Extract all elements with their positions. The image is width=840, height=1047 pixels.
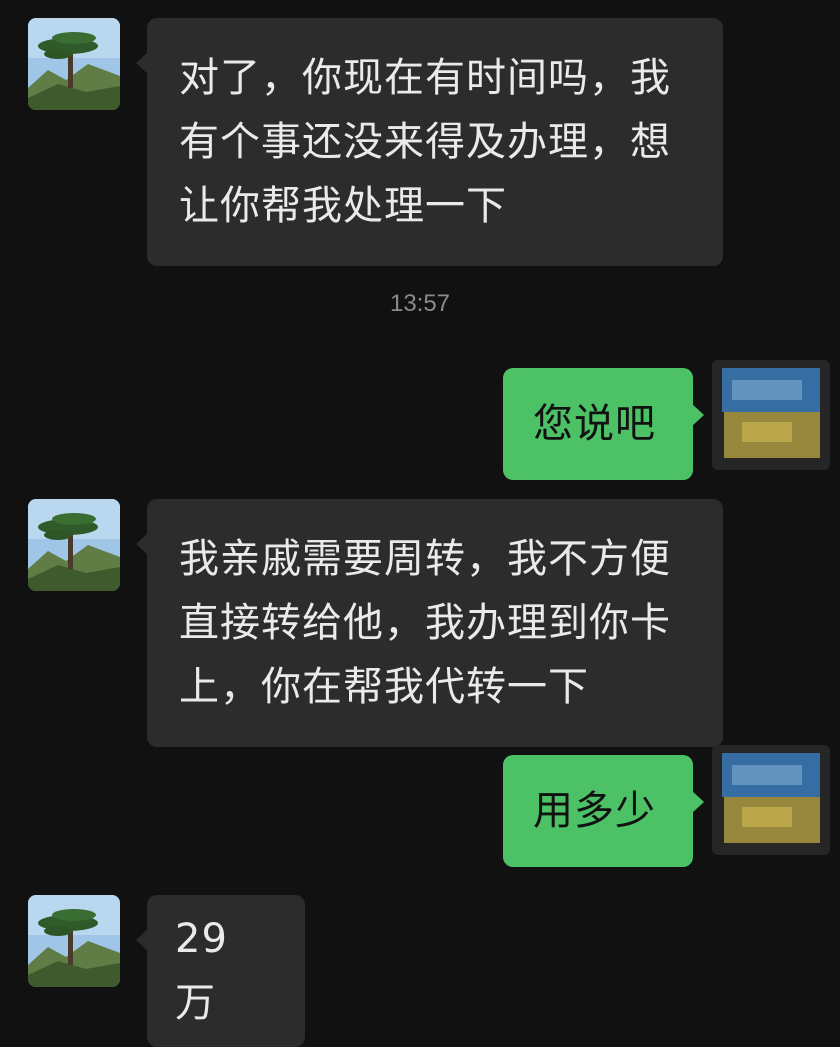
message-bubble-outgoing[interactable]: 用多少	[503, 755, 693, 867]
contact-avatar[interactable]	[28, 499, 120, 591]
message-bubble-incoming[interactable]: 对了，你现在有时间吗，我有个事还没来得及办理，想让你帮我处理一下	[147, 18, 723, 266]
contact-avatar[interactable]	[28, 895, 120, 987]
message-bubble-incoming[interactable]: 我亲戚需要周转，我不方便直接转给他，我办理到你卡上，你在帮我代转一下	[147, 499, 723, 747]
pine-tree-landscape-avatar-icon	[28, 895, 120, 987]
message-bubble-incoming[interactable]: 29 万	[147, 895, 305, 1047]
chat-screen[interactable]: 对了，你现在有时间吗，我有个事还没来得及办理，想让你帮我处理一下 13:57 您…	[0, 0, 840, 1047]
blurred-avatar-icon	[712, 360, 830, 470]
message-bubble-outgoing[interactable]: 您说吧	[503, 368, 693, 480]
self-avatar[interactable]	[712, 360, 830, 470]
blurred-avatar-icon	[712, 745, 830, 855]
bubble-tail	[692, 404, 704, 426]
timestamp: 13:57	[389, 290, 451, 317]
bubble-tail	[692, 791, 704, 813]
pine-tree-landscape-avatar-icon	[28, 18, 120, 110]
self-avatar[interactable]	[712, 745, 830, 855]
contact-avatar[interactable]	[28, 18, 120, 110]
pine-tree-landscape-avatar-icon	[28, 499, 120, 591]
